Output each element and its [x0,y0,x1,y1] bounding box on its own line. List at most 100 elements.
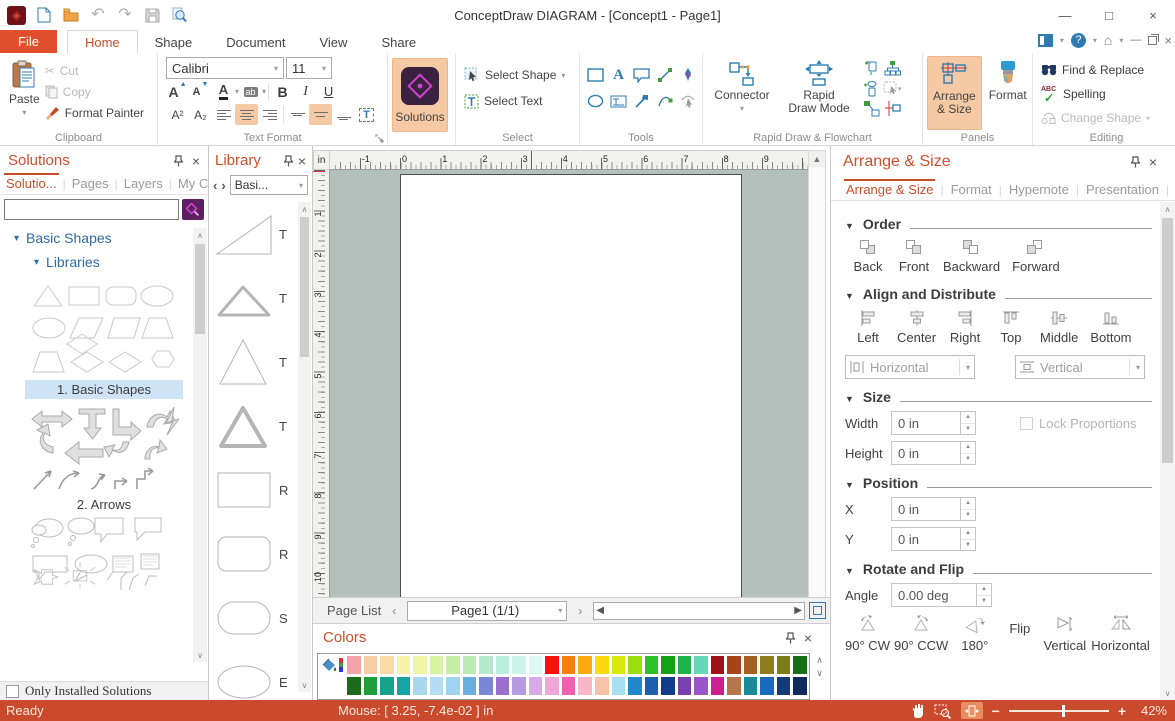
help-dropdown-icon[interactable]: ▾ [1093,36,1097,45]
zoom-area-icon[interactable] [934,703,952,719]
color-swatch[interactable] [511,655,527,675]
save-icon[interactable] [143,6,161,24]
tab-solutions[interactable]: Solutio... [4,173,59,194]
x-input[interactable]: 0 in [891,497,961,521]
solutions-close-icon[interactable]: × [192,153,200,169]
section-rotate-flip[interactable]: ▼ Rotate and Flip [845,561,1160,577]
library-shape-ellipse[interactable]: E [209,650,297,700]
spelling-button[interactable]: ABC ✓ Spelling [1041,82,1175,106]
select-shape-button[interactable]: Select Shape▾ [464,62,575,88]
font-size-select[interactable]: 11▾ [286,57,332,79]
collapse-icon[interactable]: ▼ [845,566,854,576]
prev-page-button[interactable]: ‹ [385,602,403,620]
valign-top-button[interactable] [286,104,309,125]
tab-file[interactable]: File [0,30,57,53]
color-swatch[interactable] [660,676,676,696]
document-page[interactable] [400,174,742,615]
text-format-dialog-launcher[interactable] [375,134,384,143]
color-mode-icon[interactable] [339,658,343,672]
library-select[interactable]: Basi...▾ [230,175,308,195]
select-text-button[interactable]: Select Text [464,88,575,114]
color-swatch[interactable] [462,676,478,696]
color-swatch[interactable] [693,655,709,675]
color-swatch[interactable] [445,676,461,696]
section-order[interactable]: ▼ Order [845,216,1160,232]
pin-icon[interactable] [174,155,183,167]
distribute-vertical-select[interactable]: Vertical ▾ [1015,355,1145,379]
colors-close-icon[interactable]: × [804,630,812,646]
font-color-button[interactable]: A [212,81,235,102]
color-swatch[interactable] [462,655,478,675]
solutions-scrollbar[interactable]: ∧ ∨ [193,228,207,662]
color-swatch[interactable] [627,655,643,675]
collapse-icon[interactable]: ▼ [845,480,854,490]
color-swatch[interactable] [644,655,660,675]
library-shape-rounded-rectangle[interactable]: R [209,522,297,586]
color-swatch[interactable] [677,655,693,675]
open-folder-icon[interactable] [62,6,80,24]
undo-icon[interactable]: ↶ [89,6,107,24]
y-input[interactable]: 0 in [891,527,961,551]
color-swatch[interactable] [429,655,445,675]
rotate-90cw-button[interactable]: 90° CW [845,615,890,653]
color-swatch[interactable] [495,676,511,696]
color-swatch[interactable] [577,655,593,675]
color-swatch[interactable] [660,655,676,675]
close-button[interactable]: × [1131,1,1175,30]
arrange-size-button[interactable]: Arrange & Size [927,56,982,130]
color-swatch[interactable] [412,676,428,696]
rapid-add-shape-icon[interactable] [863,80,880,97]
textbox-tool[interactable] [610,95,627,108]
collapse-icon[interactable]: ▼ [845,291,854,301]
minimize-button[interactable]: — [1043,1,1087,30]
doc-minimize-icon[interactable]: — [1130,34,1141,46]
scroll-up-icon[interactable]: ∧ [1160,202,1175,216]
tree-libraries[interactable]: ▾ Libraries [0,246,208,270]
italic-button[interactable]: I [294,81,317,102]
pin-icon[interactable] [786,632,795,644]
color-swatch[interactable] [544,655,560,675]
align-right-button[interactable]: Right [942,308,988,347]
color-swatch[interactable] [759,676,775,696]
grow-font-button[interactable]: A▲ [166,81,189,102]
solutions-button[interactable]: Solutions [392,58,448,132]
canvas-vertical-scrollbar[interactable]: ▲ ▼ [808,150,826,650]
only-installed-checkbox[interactable] [6,685,19,698]
solutions-search-input[interactable] [4,199,179,220]
scroll-up-icon[interactable]: ▲ [809,151,825,167]
collapse-icon[interactable]: ▼ [845,221,854,231]
align-center-button[interactable] [235,104,258,125]
color-swatch[interactable] [726,655,742,675]
maximize-button[interactable]: □ [1087,1,1131,30]
flip-vertical-button[interactable]: Vertical [1042,615,1087,653]
arrows-preview[interactable] [29,401,179,493]
smart-connector-tool[interactable] [634,93,650,109]
tree-expand-icon[interactable]: ▾ [14,233,19,244]
pin-icon[interactable] [1131,156,1140,168]
arrange-scrollbar[interactable]: ∧ ∨ [1160,202,1175,700]
next-page-button[interactable]: › [571,602,589,620]
library-prev-icon[interactable]: ‹ [213,178,217,193]
color-swatch[interactable] [792,676,808,696]
color-swatch[interactable] [396,655,412,675]
doc-close-icon[interactable]: × [1164,33,1172,48]
paste-button[interactable]: Paste ▾ [4,56,45,123]
align-middle-button[interactable]: Middle [1034,308,1084,347]
y-spinner[interactable]: ▲▼ [961,527,976,551]
line-tool[interactable] [657,67,673,83]
scroll-right-icon[interactable]: ▶ [794,605,802,616]
color-swatch[interactable] [561,676,577,696]
color-swatch[interactable] [776,676,792,696]
solution-item-basic-shapes[interactable]: 1. Basic Shapes [25,380,183,399]
drawing-area[interactable] [330,170,808,650]
subscript-button[interactable]: A₂ [189,104,212,125]
zoom-out-button[interactable]: − [992,703,1000,719]
flip-horizontal-button[interactable]: Horizontal [1091,615,1150,653]
library-shape-rounded-triangle[interactable]: T [209,394,297,458]
scroll-up-icon[interactable]: ∧ [298,202,311,216]
ellipse-tool[interactable] [587,94,604,108]
fill-color-icon[interactable] [319,655,345,675]
order-forward-button[interactable]: Forward [1006,238,1066,276]
align-top-button[interactable]: Top [988,308,1034,347]
cut-button[interactable]: ✂Cut [45,60,144,81]
